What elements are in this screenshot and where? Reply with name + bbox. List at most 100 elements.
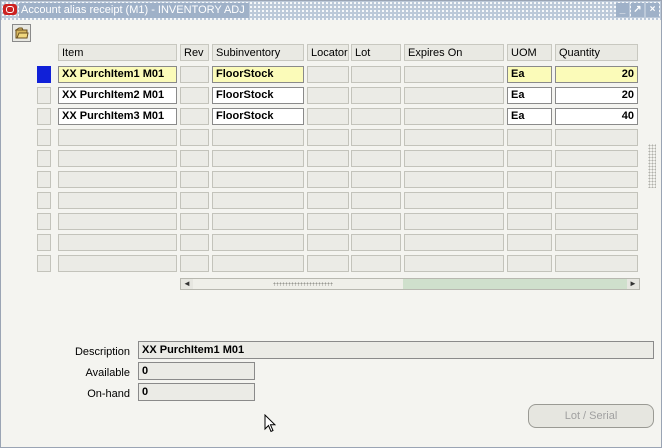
- cell-expires-on[interactable]: [404, 255, 504, 272]
- cell-subinventory[interactable]: FloorStock: [212, 108, 304, 125]
- cell-rev[interactable]: [180, 66, 209, 83]
- cell-quantity[interactable]: [555, 171, 638, 188]
- cell-rev[interactable]: [180, 192, 209, 209]
- cell-quantity[interactable]: [555, 150, 638, 167]
- cell-item[interactable]: [58, 255, 177, 272]
- scroll-left-icon[interactable]: ◄: [182, 279, 192, 289]
- record-selector[interactable]: [37, 108, 51, 125]
- open-folder-button[interactable]: [12, 24, 31, 42]
- cell-subinventory[interactable]: [212, 129, 304, 146]
- cell-lot[interactable]: [351, 234, 401, 251]
- resize-grip[interactable]: [648, 144, 656, 188]
- cell-rev[interactable]: [180, 150, 209, 167]
- cell-subinventory[interactable]: [212, 255, 304, 272]
- cell-subinventory[interactable]: FloorStock: [212, 66, 304, 83]
- horizontal-scrollbar[interactable]: ◄ ►: [180, 278, 640, 290]
- cell-expires-on[interactable]: [404, 213, 504, 230]
- available-field[interactable]: 0: [138, 362, 255, 380]
- cell-subinventory[interactable]: [212, 192, 304, 209]
- cell-expires-on[interactable]: [404, 129, 504, 146]
- cell-item[interactable]: [58, 171, 177, 188]
- record-selector[interactable]: [37, 129, 51, 146]
- title-bar[interactable]: Account alias receipt (M1) - INVENTORY A…: [1, 1, 661, 20]
- record-selector[interactable]: [37, 150, 51, 167]
- cell-uom[interactable]: [507, 255, 552, 272]
- cell-subinventory[interactable]: [212, 213, 304, 230]
- description-field[interactable]: XX PurchItem1 M01: [138, 341, 654, 359]
- cell-lot[interactable]: [351, 255, 401, 272]
- cell-quantity[interactable]: 20: [555, 87, 638, 104]
- cell-uom[interactable]: [507, 213, 552, 230]
- cell-item[interactable]: [58, 213, 177, 230]
- cell-item[interactable]: XX PurchItem3 M01: [58, 108, 177, 125]
- cell-subinventory[interactable]: [212, 234, 304, 251]
- cell-rev[interactable]: [180, 129, 209, 146]
- cell-subinventory[interactable]: FloorStock: [212, 87, 304, 104]
- cell-lot[interactable]: [351, 213, 401, 230]
- cell-quantity[interactable]: [555, 192, 638, 209]
- record-selector[interactable]: [37, 213, 51, 230]
- cell-locator[interactable]: [307, 108, 349, 125]
- onhand-field[interactable]: 0: [138, 383, 255, 401]
- cell-item[interactable]: [58, 234, 177, 251]
- record-selector[interactable]: [37, 87, 51, 104]
- cell-expires-on[interactable]: [404, 150, 504, 167]
- scroll-right-icon[interactable]: ►: [628, 279, 638, 289]
- cell-lot[interactable]: [351, 108, 401, 125]
- cell-expires-on[interactable]: [404, 234, 504, 251]
- cell-lot[interactable]: [351, 192, 401, 209]
- close-icon[interactable]: ×: [646, 3, 659, 17]
- cell-locator[interactable]: [307, 150, 349, 167]
- cell-lot[interactable]: [351, 87, 401, 104]
- cell-subinventory[interactable]: [212, 150, 304, 167]
- cell-locator[interactable]: [307, 234, 349, 251]
- cell-expires-on[interactable]: [404, 66, 504, 83]
- cell-expires-on[interactable]: [404, 171, 504, 188]
- cell-uom[interactable]: Ea: [507, 87, 552, 104]
- cell-locator[interactable]: [307, 66, 349, 83]
- cell-quantity[interactable]: [555, 129, 638, 146]
- cell-uom[interactable]: [507, 234, 552, 251]
- maximize-icon[interactable]: ↗: [631, 3, 644, 17]
- cell-subinventory[interactable]: [212, 171, 304, 188]
- cell-uom[interactable]: Ea: [507, 66, 552, 83]
- cell-rev[interactable]: [180, 171, 209, 188]
- cell-quantity[interactable]: 40: [555, 108, 638, 125]
- cell-item[interactable]: [58, 129, 177, 146]
- record-selector[interactable]: [37, 66, 51, 83]
- cell-uom[interactable]: [507, 171, 552, 188]
- cell-quantity[interactable]: 20: [555, 66, 638, 83]
- cell-locator[interactable]: [307, 129, 349, 146]
- cell-rev[interactable]: [180, 108, 209, 125]
- cell-rev[interactable]: [180, 87, 209, 104]
- cell-quantity[interactable]: [555, 255, 638, 272]
- cell-item[interactable]: [58, 150, 177, 167]
- cell-quantity[interactable]: [555, 213, 638, 230]
- cell-rev[interactable]: [180, 255, 209, 272]
- cell-quantity[interactable]: [555, 234, 638, 251]
- cell-uom[interactable]: [507, 129, 552, 146]
- scroll-thumb[interactable]: [193, 279, 404, 289]
- cell-lot[interactable]: [351, 66, 401, 83]
- cell-uom[interactable]: Ea: [507, 108, 552, 125]
- cell-expires-on[interactable]: [404, 192, 504, 209]
- cell-lot[interactable]: [351, 150, 401, 167]
- cell-item[interactable]: XX PurchItem1 M01: [58, 66, 177, 83]
- cell-item[interactable]: XX PurchItem2 M01: [58, 87, 177, 104]
- cell-lot[interactable]: [351, 129, 401, 146]
- record-selector[interactable]: [37, 192, 51, 209]
- cell-uom[interactable]: [507, 192, 552, 209]
- cell-lot[interactable]: [351, 171, 401, 188]
- record-selector[interactable]: [37, 234, 51, 251]
- cell-rev[interactable]: [180, 213, 209, 230]
- record-selector[interactable]: [37, 255, 51, 272]
- record-selector[interactable]: [37, 171, 51, 188]
- minimize-icon[interactable]: _: [616, 3, 629, 17]
- cell-locator[interactable]: [307, 213, 349, 230]
- cell-locator[interactable]: [307, 255, 349, 272]
- cell-rev[interactable]: [180, 234, 209, 251]
- cell-locator[interactable]: [307, 171, 349, 188]
- cell-expires-on[interactable]: [404, 108, 504, 125]
- cell-item[interactable]: [58, 192, 177, 209]
- cell-expires-on[interactable]: [404, 87, 504, 104]
